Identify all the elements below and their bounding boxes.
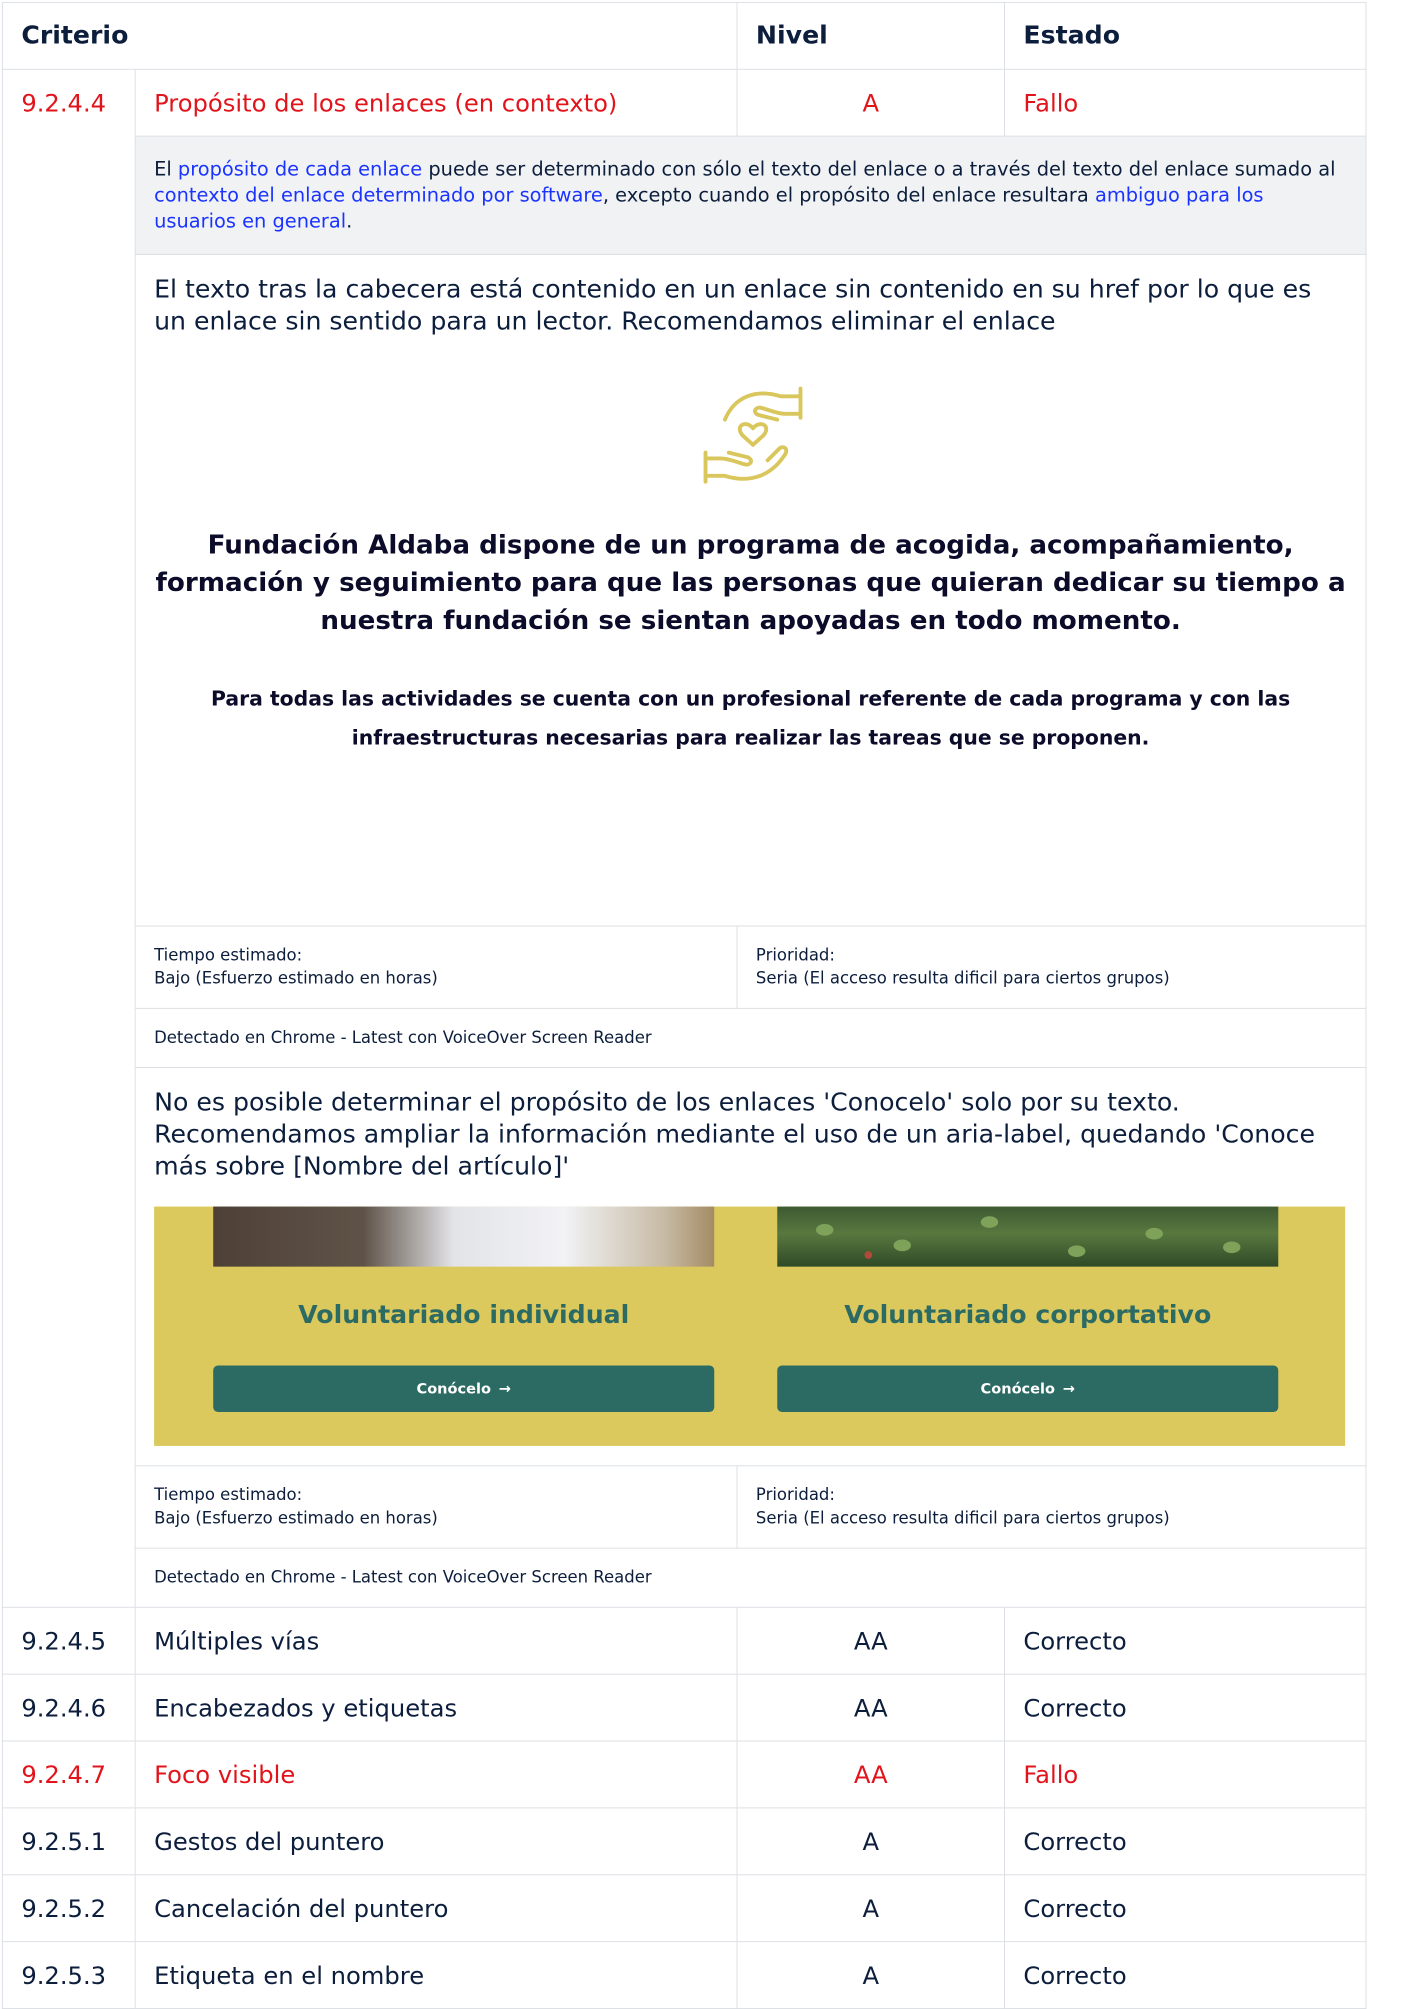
table-row[interactable]: 9.2.4.6 Encabezados y etiquetas AA Correcto bbox=[1, 1673, 1367, 1742]
issue-1-meta-row: Tiempo estimado: Bajo (Esfuerzo estimado … bbox=[2, 925, 1367, 1009]
criterion-status: Correcto bbox=[1004, 1874, 1367, 1943]
card-title-corporate: Voluntariado corportativo bbox=[844, 1300, 1212, 1330]
criterion-id: 9.2.4.5 bbox=[1, 1606, 136, 1675]
criterion-id: 9.2.4.6 bbox=[1, 1673, 136, 1742]
table-header-row: Criterio Nivel Estado bbox=[1, 1, 1367, 70]
screenshot-heading: Fundación Aldaba dispone de un programa … bbox=[155, 530, 1346, 636]
criterion-id: 9.2.5.1 bbox=[1, 1807, 136, 1876]
card-title-individual: Voluntariado individual bbox=[298, 1300, 630, 1330]
criterion-name: Foco visible bbox=[134, 1740, 738, 1809]
volunteer-photo-corporate bbox=[777, 1206, 1279, 1267]
arrow-right-icon: → bbox=[498, 1379, 511, 1397]
screenshot-paragraph: Para todas las actividades se cuenta con… bbox=[210, 687, 1291, 750]
report-page: Criterio Nivel Estado 9.2.4.4 Propósito … bbox=[0, 0, 1367, 2009]
hands-heart-icon bbox=[703, 386, 803, 484]
criterion-level: AA bbox=[736, 1673, 1005, 1742]
criterion-status: Correcto bbox=[1004, 1606, 1367, 1675]
criterion-name: Propósito de los enlaces (en contexto) bbox=[134, 68, 738, 137]
issue-1-detected-row: Detectado en Chrome - Latest con VoiceOv… bbox=[2, 1007, 1367, 1068]
criterion-status: Correcto bbox=[1004, 1673, 1367, 1742]
issue-2-meta-row: Tiempo estimado: Bajo (Esfuerzo estimado … bbox=[2, 1465, 1367, 1549]
table-row[interactable]: 9.2.5.1 Gestos del puntero A Correcto bbox=[1, 1807, 1367, 1876]
issue-2-detected: Detectado en Chrome - Latest con VoiceOv… bbox=[134, 1547, 1367, 1608]
criterion-name: Múltiples vías bbox=[134, 1606, 738, 1675]
issue-1-text: El texto tras la cabecera está contenido… bbox=[154, 275, 1312, 337]
criterion-level: A bbox=[736, 1941, 1005, 2009]
issue-1-priority: Prioridad: Seria (El acceso resulta dific… bbox=[736, 925, 1367, 1009]
issue-1-time: Tiempo estimado: Bajo (Esfuerzo estimado … bbox=[134, 925, 738, 1009]
criterion-level: AA bbox=[736, 1606, 1005, 1675]
issue-2: No es posible determinar el propósito de… bbox=[134, 1067, 1367, 1467]
criterion-id: 9.2.4.4 bbox=[1, 68, 136, 1608]
link-proposito-enlace[interactable]: propósito de cada enlace bbox=[178, 157, 422, 180]
criterion-name: Encabezados y etiquetas bbox=[134, 1673, 738, 1742]
issue-1: El texto tras la cabecera está contenido… bbox=[134, 253, 1367, 927]
volunteer-photo-individual bbox=[213, 1206, 715, 1267]
accessibility-criteria-table: Criterio Nivel Estado 9.2.4.4 Propósito … bbox=[1, 1, 1367, 2009]
header-estado: Estado bbox=[1004, 1, 1367, 70]
header-nivel: Nivel bbox=[736, 1, 1005, 70]
criterion-status: Correcto bbox=[1004, 1807, 1367, 1876]
conocelo-button-individual[interactable]: Conócelo → bbox=[213, 1365, 715, 1413]
criterion-name: Etiqueta en el nombre bbox=[134, 1941, 738, 2009]
table-row[interactable]: 9.2.4.5 Múltiples vías AA Correcto bbox=[1, 1606, 1367, 1675]
criterion-id: 9.2.5.2 bbox=[1, 1874, 136, 1943]
issue-1-row: El texto tras la cabecera está contenido… bbox=[2, 253, 1367, 927]
issue-2-priority: Prioridad: Seria (El acceso resulta dific… bbox=[736, 1465, 1367, 1549]
arrow-right-icon: → bbox=[1062, 1379, 1075, 1397]
criterion-name: Gestos del puntero bbox=[134, 1807, 738, 1876]
criterion-status: Fallo bbox=[1004, 68, 1367, 137]
issue-2-text: No es posible determinar el propósito de… bbox=[154, 1088, 1316, 1182]
criterion-status: Fallo bbox=[1004, 1740, 1367, 1809]
link-contexto-enlace[interactable]: contexto del enlace determinado por soft… bbox=[154, 183, 603, 206]
criterion-level: AA bbox=[736, 1740, 1005, 1809]
issue-2-row: No es posible determinar el propósito de… bbox=[2, 1067, 1367, 1467]
conocelo-button-corporate[interactable]: Conócelo → bbox=[777, 1365, 1279, 1413]
criterion-status: Correcto bbox=[1004, 1941, 1367, 2009]
criterion-description-row: El propósito de cada enlace puede ser de… bbox=[2, 135, 1367, 255]
table-row[interactable]: 9.2.5.2 Cancelación del puntero A Correcto bbox=[1, 1874, 1367, 1943]
criterion-id: 9.2.5.3 bbox=[1, 1941, 136, 2009]
table-row[interactable]: 9.2.4.7 Foco visible AA Fallo bbox=[1, 1740, 1367, 1809]
header-criterio: Criterio bbox=[1, 1, 738, 70]
table-row[interactable]: 9.2.5.3 Etiqueta en el nombre A Correcto bbox=[1, 1941, 1367, 2009]
criterion-level: A bbox=[736, 1874, 1005, 1943]
issue-2-time: Tiempo estimado: Bajo (Esfuerzo estimado … bbox=[134, 1465, 738, 1549]
issue-1-detected: Detectado en Chrome - Latest con VoiceOv… bbox=[134, 1007, 1367, 1068]
criterion-level: A bbox=[736, 68, 1005, 137]
criterion-description: El propósito de cada enlace puede ser de… bbox=[134, 135, 1367, 255]
criterion-level: A bbox=[736, 1807, 1005, 1876]
issue-2-detected-row: Detectado en Chrome - Latest con VoiceOv… bbox=[2, 1547, 1367, 1608]
issue-2-screenshot: Voluntariado individual Voluntariado cor… bbox=[154, 1206, 1346, 1446]
criterion-id: 9.2.4.7 bbox=[1, 1740, 136, 1809]
criterion-name: Cancelación del puntero bbox=[134, 1874, 738, 1943]
issue-1-screenshot: Fundación Aldaba dispone de un programa … bbox=[154, 363, 1348, 907]
table-row-expanded[interactable]: 9.2.4.4 Propósito de los enlaces (en con… bbox=[1, 68, 1367, 1608]
